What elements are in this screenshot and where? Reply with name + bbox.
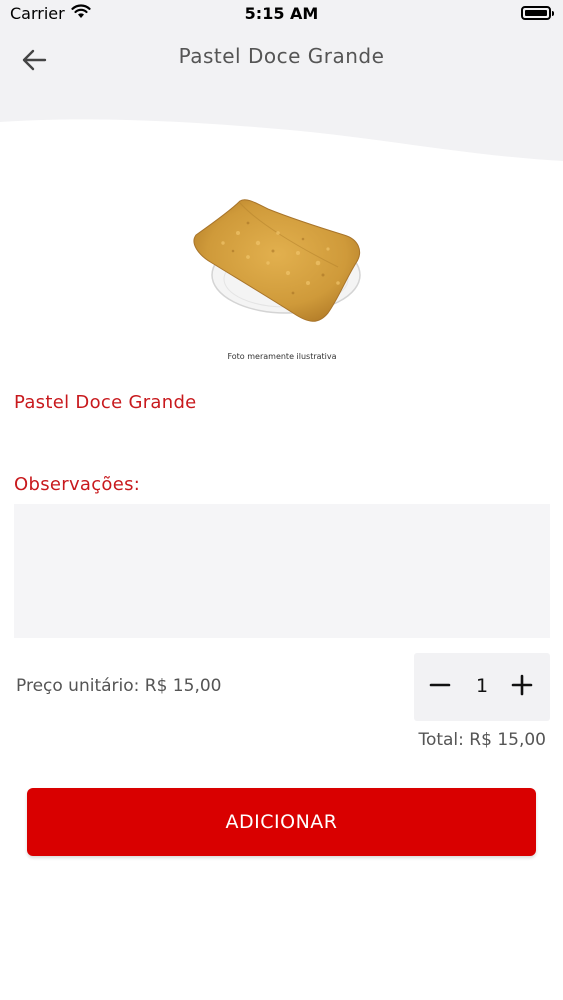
add-button[interactable]: ADICIONAR <box>27 788 536 856</box>
plus-icon <box>511 674 533 700</box>
image-caption: Foto meramente ilustrativa <box>227 352 337 361</box>
status-time: 5:15 AM <box>244 4 319 23</box>
total-price: Total: R$ 15,00 <box>418 730 546 750</box>
header: Pastel Doce Grande <box>0 30 563 170</box>
product-image: Foto meramente ilustrativa <box>178 163 386 367</box>
increment-button[interactable] <box>502 667 542 707</box>
pastel-illustration <box>193 199 361 322</box>
observations-field[interactable] <box>14 504 550 638</box>
quantity-stepper: 1 <box>414 653 550 721</box>
page-title: Pastel Doce Grande <box>178 44 385 68</box>
observations-label: Observações: <box>14 474 141 495</box>
status-bar: Carrier 5:15 AM <box>0 0 563 30</box>
product-name: Pastel Doce Grande <box>14 392 197 413</box>
add-button-label: ADICIONAR <box>225 811 338 833</box>
unit-price: Preço unitário: R$ 15,00 <box>16 676 222 696</box>
battery-icon <box>521 6 554 20</box>
